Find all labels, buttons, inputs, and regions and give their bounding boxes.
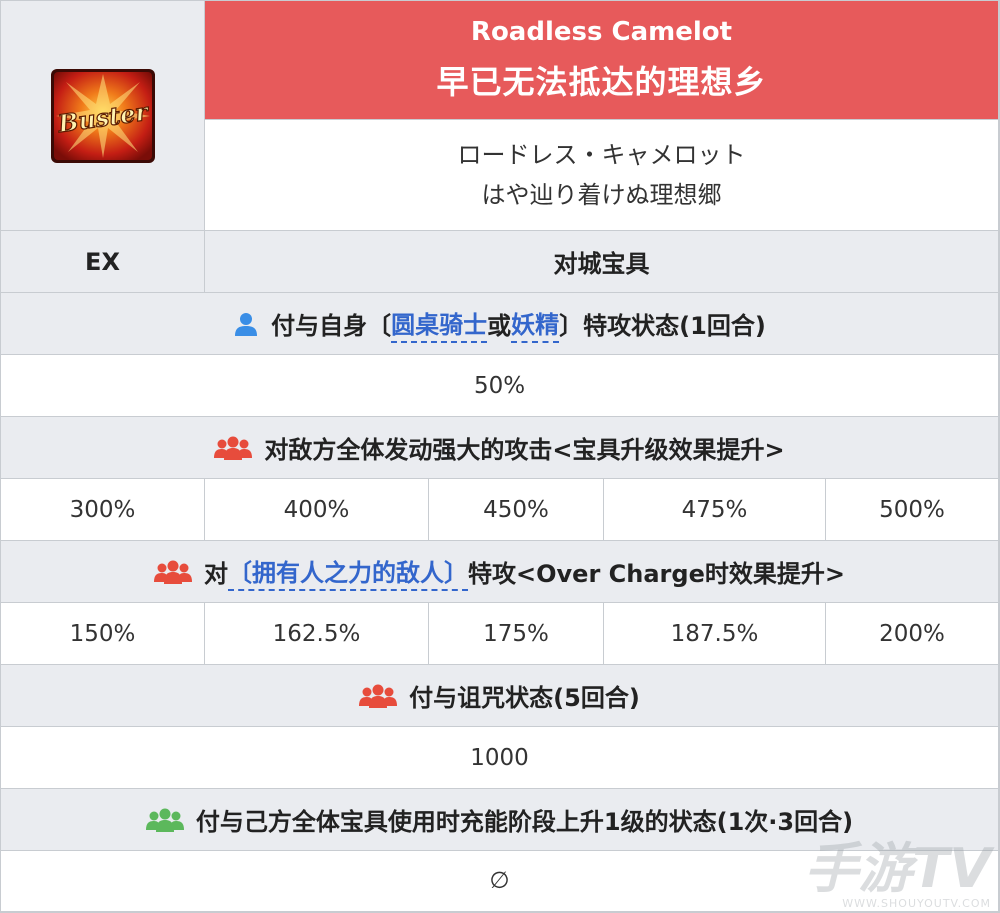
- card-cell: Buster: [1, 1, 205, 231]
- group-icon: [359, 684, 398, 708]
- title-jp-cell: ロードレス・キャメロット はや辿り着けぬ理想郷: [205, 120, 999, 231]
- effect1-link-fairy[interactable]: 妖精: [511, 305, 560, 343]
- effect1-prefix: 付与自身〔: [271, 312, 392, 340]
- noble-phantasm-table: Buster Roadless Camelot 早已无法抵达的理想乡 ロードレス…: [0, 0, 1000, 913]
- effect4-header: 付与诅咒状态(5回合): [1, 665, 999, 727]
- effect1-header: 付与自身〔 圆桌骑士或妖精 〕特攻状态(1回合): [1, 293, 999, 355]
- effect2-value-lv5: 500%: [826, 479, 999, 541]
- effect1-link-round-table[interactable]: 圆桌骑士: [391, 305, 488, 343]
- effect2-value-lv2: 400%: [205, 479, 429, 541]
- value-text: 187.5%: [670, 620, 759, 647]
- title-en: Roadless Camelot: [470, 17, 733, 47]
- effect2-value-lv1: 300%: [1, 479, 205, 541]
- value-text: 300%: [69, 496, 136, 523]
- effect3-value-oc2: 162.5%: [205, 603, 429, 665]
- value-text: 200%: [879, 620, 945, 647]
- effect5-value: ∅: [1, 851, 999, 912]
- type-cell: 对城宝具: [205, 231, 999, 293]
- np-type: 对城宝具: [553, 250, 650, 278]
- effect2-value-lv4: 475%: [604, 479, 826, 541]
- effect3-value-oc4: 187.5%: [604, 603, 826, 665]
- effect3-value-oc5: 200%: [826, 603, 999, 665]
- effect3-suffix: 特攻<Over Charge时效果提升>: [468, 560, 845, 588]
- effect4-value: 1000: [1, 727, 999, 789]
- title-cn: 早已无法抵达的理想乡: [436, 63, 767, 101]
- effect4-text: 付与诅咒状态(5回合): [409, 684, 640, 712]
- effect2-text: 对敌方全体发动强大的攻击<宝具升级效果提升>: [264, 436, 785, 464]
- value-text: 150%: [69, 620, 136, 647]
- effect4-value-text: 1000: [470, 744, 529, 771]
- effect1-mid: 或: [487, 312, 512, 340]
- title-jp-line1: ロードレス・キャメロット: [457, 141, 746, 169]
- group-icon: [214, 436, 253, 460]
- rank-value: EX: [85, 247, 120, 276]
- effect3-value-oc1: 150%: [1, 603, 205, 665]
- rank-cell: EX: [1, 231, 205, 293]
- value-text: 162.5%: [272, 620, 361, 647]
- effect3-link-human-power[interactable]: 〔拥有人之力的敌人〕: [228, 553, 469, 591]
- effect5-value-text: ∅: [489, 868, 510, 894]
- effect5-header: 付与己方全体宝具使用时充能阶段上升1级的状态(1次·3回合): [1, 789, 999, 851]
- value-text: 175%: [483, 620, 549, 647]
- group-icon: [145, 808, 184, 832]
- title-jp-line2: はや辿り着けぬ理想郷: [481, 181, 722, 209]
- person-icon: [233, 312, 259, 336]
- value-text: 500%: [879, 496, 945, 523]
- effect1-value: 50%: [1, 355, 999, 417]
- value-text: 475%: [681, 496, 748, 523]
- title-cell: Roadless Camelot 早已无法抵达的理想乡: [205, 1, 999, 120]
- effect2-value-lv3: 450%: [429, 479, 604, 541]
- effect5-text: 付与己方全体宝具使用时充能阶段上升1级的状态(1次·3回合): [195, 808, 854, 836]
- group-icon: [154, 560, 193, 584]
- effect3-header: 对〔拥有人之力的敌人〕 特攻<Over Charge时效果提升>: [1, 541, 999, 603]
- effect3-prefix: 对: [204, 560, 229, 588]
- effect1-value-text: 50%: [473, 372, 526, 399]
- effect3-value-oc3: 175%: [429, 603, 604, 665]
- value-text: 450%: [483, 496, 549, 523]
- value-text: 400%: [283, 496, 350, 523]
- effect2-header: 对敌方全体发动强大的攻击<宝具升级效果提升>: [1, 417, 999, 479]
- buster-card-icon: Buster: [50, 68, 155, 163]
- effect1-suffix: 〕特攻状态(1回合): [559, 312, 766, 340]
